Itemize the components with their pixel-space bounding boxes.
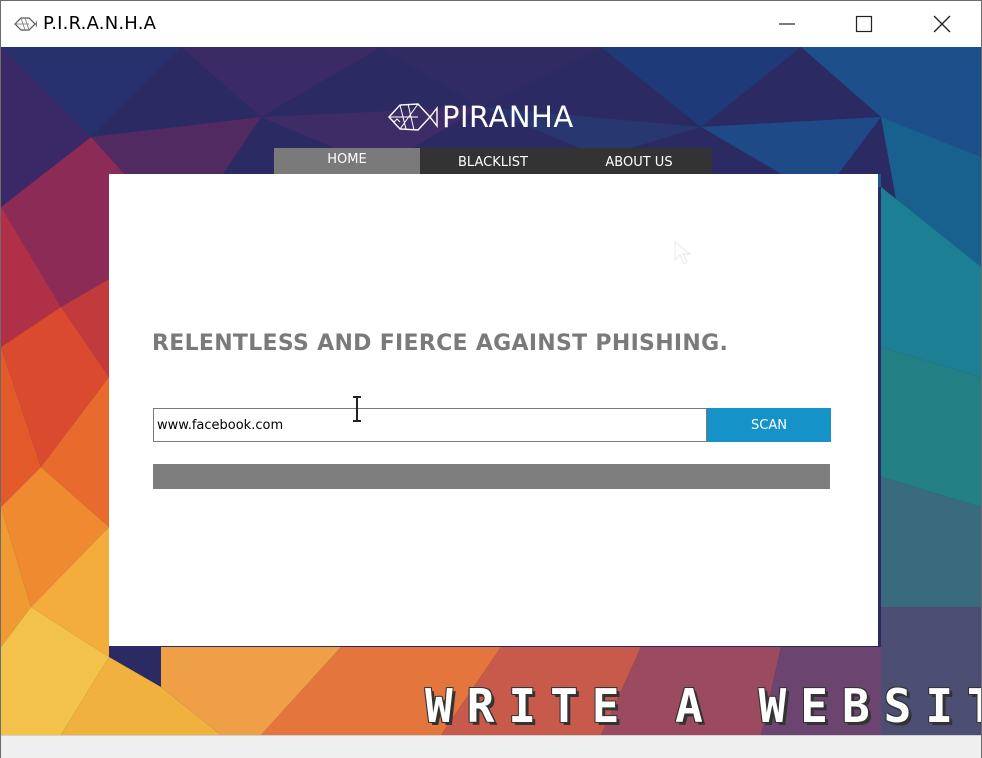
close-icon bbox=[933, 15, 951, 33]
page-headline: RELENTLESS AND FIERCE AGAINST PHISHING. bbox=[152, 331, 729, 356]
tab-about-us[interactable]: ABOUT US bbox=[566, 148, 712, 174]
tab-blacklist[interactable]: BLACKLIST bbox=[420, 148, 566, 174]
piranha-fish-icon bbox=[13, 15, 37, 33]
main-panel: RELENTLESS AND FIERCE AGAINST PHISHING. … bbox=[109, 174, 878, 646]
overlay-caption: WRITE A WEBSITE bbox=[425, 679, 981, 733]
text-cursor-icon bbox=[353, 396, 361, 422]
close-button[interactable] bbox=[904, 1, 980, 47]
bottom-strip bbox=[1, 735, 981, 758]
scan-progress-fill bbox=[153, 464, 830, 489]
minimize-button[interactable] bbox=[749, 1, 825, 47]
piranha-logo: PIRANHA bbox=[386, 99, 574, 135]
title-bar: P.I.R.A.N.H.A bbox=[1, 1, 981, 47]
main-nav: HOME BLACKLIST ABOUT US bbox=[274, 148, 712, 174]
scan-button[interactable]: SCAN bbox=[707, 408, 831, 442]
app-window: P.I.R.A.N.H.A PIRANHA HOME BLACKLIST ABO… bbox=[0, 0, 982, 758]
minimize-icon bbox=[779, 23, 795, 25]
logo-text: PIRANHA bbox=[442, 100, 574, 134]
tab-home[interactable]: HOME bbox=[274, 148, 420, 174]
window-title: P.I.R.A.N.H.A bbox=[43, 13, 157, 34]
scan-progress-bar bbox=[153, 464, 830, 489]
maximize-icon bbox=[855, 15, 873, 33]
maximize-button[interactable] bbox=[826, 1, 902, 47]
faint-pointer-icon bbox=[674, 240, 692, 265]
polygon-background: PIRANHA HOME BLACKLIST ABOUT US RELENTLE… bbox=[1, 47, 981, 735]
piranha-fish-logo-icon bbox=[388, 103, 438, 131]
url-input[interactable] bbox=[153, 408, 707, 442]
